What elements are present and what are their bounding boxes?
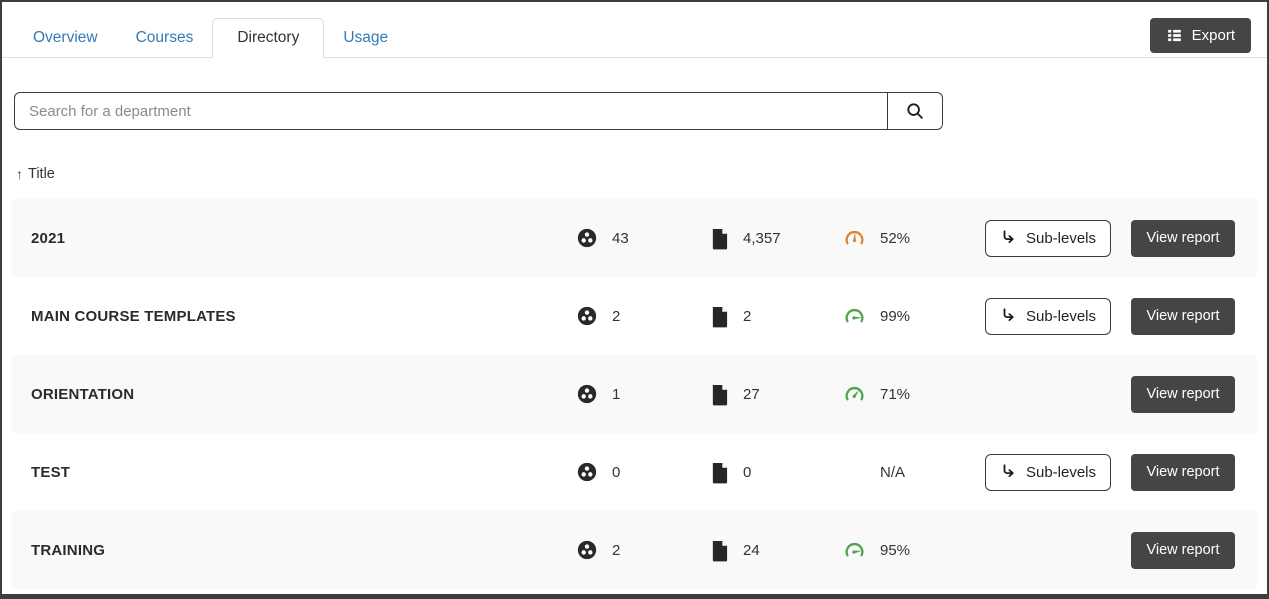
group-count: 2	[612, 308, 620, 325]
document-icon	[710, 305, 729, 328]
document-count: 27	[743, 386, 760, 403]
table-row: 2021 43 4,357 52%	[12, 199, 1257, 277]
title-sort-header[interactable]: ↑ Title	[16, 166, 55, 182]
tab-directory[interactable]: Directory	[212, 18, 324, 58]
search-section	[14, 92, 1255, 130]
document-icon	[710, 461, 729, 484]
gauge-arc	[847, 544, 863, 555]
completion-percent: 95%	[880, 542, 910, 559]
document-count: 0	[743, 464, 751, 481]
sub-levels-button[interactable]: Sub-levels	[985, 454, 1111, 491]
table-row: MAIN COURSE TEMPLATES 2 2	[12, 277, 1257, 355]
gauge-needle	[852, 316, 862, 320]
view-report-button[interactable]: View report	[1131, 376, 1235, 413]
tab-bar: Overview Courses Directory Usage Export	[2, 2, 1267, 58]
document-icon	[710, 383, 729, 406]
gauge-arc	[847, 310, 863, 321]
department-title: TEST	[31, 464, 576, 481]
search-group	[14, 92, 943, 130]
search-button[interactable]	[888, 92, 943, 130]
gauge-icon	[843, 539, 866, 562]
view-report-button[interactable]: View report	[1131, 298, 1235, 335]
title-column-label: Title	[28, 166, 55, 182]
table-row: TEST 0 0 N/A	[12, 433, 1257, 511]
sort-ascending-icon: ↑	[16, 166, 23, 182]
completion-percent: 52%	[880, 230, 910, 247]
group-icon	[576, 461, 598, 483]
document-icon	[710, 227, 729, 250]
department-title: ORIENTATION	[31, 386, 576, 403]
department-title: TRAINING	[31, 542, 576, 559]
list-icon	[1166, 27, 1183, 44]
export-button-label: Export	[1192, 27, 1235, 44]
table-row: ORIENTATION 1 27	[12, 355, 1257, 433]
completion-percent: 99%	[880, 308, 910, 325]
view-report-button[interactable]: View report	[1131, 454, 1235, 491]
document-count: 4,357	[743, 230, 781, 247]
group-count: 2	[612, 542, 620, 559]
group-icon	[576, 539, 598, 561]
view-report-button[interactable]: View report	[1131, 532, 1235, 569]
tab-courses[interactable]: Courses	[117, 18, 213, 57]
sub-levels-arrow-icon	[1000, 307, 1018, 325]
completion-percent: N/A	[880, 464, 905, 481]
gauge-icon	[843, 383, 866, 406]
department-list: 2021 43 4,357 52%	[12, 199, 1257, 589]
sub-levels-arrow-icon	[1000, 463, 1018, 481]
group-icon	[576, 383, 598, 405]
export-button[interactable]: Export	[1150, 18, 1251, 53]
table-row: TRAINING 2 24 95%	[12, 511, 1257, 589]
group-count: 1	[612, 386, 620, 403]
document-icon	[710, 539, 729, 562]
tab-overview[interactable]: Overview	[14, 18, 117, 57]
group-count: 43	[612, 230, 629, 247]
completion-percent: 71%	[880, 386, 910, 403]
gauge-needle	[853, 232, 857, 242]
group-icon	[576, 227, 598, 249]
department-title: 2021	[31, 230, 576, 247]
search-input[interactable]	[14, 92, 888, 130]
sub-levels-button[interactable]: Sub-levels	[985, 298, 1111, 335]
view-report-button[interactable]: View report	[1131, 220, 1235, 257]
group-icon	[576, 305, 598, 327]
gauge-needle	[852, 549, 862, 554]
document-count: 2	[743, 308, 751, 325]
group-count: 0	[612, 464, 620, 481]
sub-levels-arrow-icon	[1000, 229, 1018, 247]
report-page: Overview Courses Directory Usage Export	[0, 0, 1269, 599]
tab-usage[interactable]: Usage	[324, 18, 407, 57]
sub-levels-button[interactable]: Sub-levels	[985, 220, 1111, 257]
gauge-icon	[843, 227, 866, 250]
search-icon	[904, 100, 926, 122]
department-title: MAIN COURSE TEMPLATES	[31, 308, 576, 325]
gauge-icon	[843, 305, 866, 328]
document-count: 24	[743, 542, 760, 559]
